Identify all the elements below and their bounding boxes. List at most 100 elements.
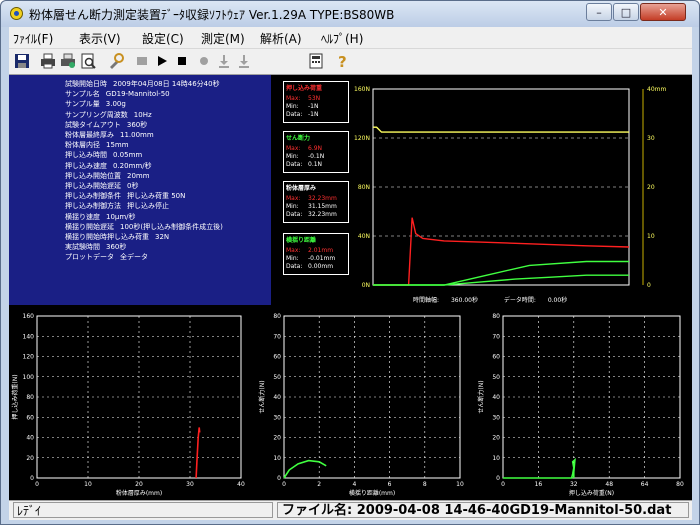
minimize-button[interactable]: –	[586, 3, 612, 21]
play-icon[interactable]	[153, 52, 171, 70]
info-row: 粉体層最終厚み 11.00mm	[65, 130, 154, 140]
series-line-0	[503, 457, 576, 479]
y-tick-label: 10	[273, 455, 281, 462]
client-area: ﾌｧｲﾙ(F) 表示(V) 設定(C) 測定(M) 解析(A) ﾍﾙﾌﾟ(H) …	[9, 27, 692, 520]
record-icon[interactable]	[195, 52, 213, 70]
y-tick-label: 60	[492, 354, 500, 361]
info-label: 横揺り開始時押し込み荷重	[65, 233, 149, 241]
shear-distance-chart: 0 2 4 6 8 10 0 10 20 30 40 50 60 70 80 横揺り距離(mm) せん断力(N)	[256, 308, 472, 500]
y-tick-label: 0	[30, 475, 34, 482]
y-axis-label: せん断力(N)	[258, 380, 266, 413]
y-right-tick-label: 0	[647, 282, 651, 289]
download-alt-icon[interactable]	[235, 52, 253, 70]
y-tick-label: 50	[492, 374, 500, 381]
info-value: 押し込み停止	[127, 202, 169, 211]
series-line-0	[283, 459, 327, 479]
y-right-tick-label: 40mm	[647, 86, 666, 93]
info-label: プロットデータ	[65, 253, 114, 262]
x-tick-label: 64	[641, 481, 649, 488]
readout-min-label: Min:	[286, 153, 299, 160]
series-line-3	[373, 260, 629, 286]
y-axis-label: せん断力(N)	[477, 380, 485, 413]
y-left-tick-label: 40N	[358, 233, 370, 240]
maximize-button[interactable]: □	[613, 3, 639, 21]
info-row: 押し込み開始遅延 0秒	[65, 181, 138, 191]
window-title: 粉体層せん断力測定装置ﾃﾞｰﾀ収録ｿﾌﾄｳｪｱ Ver.1.29A TYPE:B…	[29, 8, 395, 22]
calculator-icon[interactable]	[307, 52, 325, 70]
x-axis-label: 押し込み荷重(N)	[569, 489, 614, 497]
shear-distance-plot: 0 2 4 6 8 10 0 10 20 30 40 50 60 70 80 横揺り距離(mm) せん断力(N)	[258, 313, 464, 497]
x-tick-label: 0	[282, 481, 286, 488]
info-label: サンプル量	[65, 100, 100, 109]
info-label: 試験開始日時	[65, 80, 107, 88]
menu-settings[interactable]: 設定(C)	[142, 30, 184, 47]
close-button[interactable]: ✕	[640, 3, 686, 21]
x-tick-label: 48	[605, 481, 613, 488]
menu-view[interactable]: 表示(V)	[79, 30, 121, 47]
y-tick-label: 160	[23, 313, 35, 320]
x-tick-label: 80	[676, 481, 684, 488]
readout-title: 粉体層厚み	[286, 185, 317, 192]
settings-icon[interactable]	[107, 52, 125, 70]
x-tick-label: 8	[423, 481, 427, 488]
y-right-tick-label: 10	[647, 233, 655, 240]
readout-max-value: 6.9N	[308, 145, 323, 152]
app-window: 粉体層せん断力測定装置ﾃﾞｰﾀ収録ｿﾌﾄｳｪｱ Ver.1.29A TYPE:B…	[0, 0, 700, 525]
save-icon[interactable]	[13, 52, 31, 70]
data-time-label: データ時間:	[503, 297, 536, 304]
stop-gray-icon[interactable]	[133, 52, 151, 70]
readout-title: 押し込み荷重	[286, 85, 323, 92]
info-value: 360秒	[126, 120, 148, 129]
readout-data-label: Data:	[286, 111, 303, 118]
menu-help[interactable]: ﾍﾙﾌﾟ(H)	[321, 30, 363, 47]
y-right-tick-label: 20	[647, 184, 655, 191]
x-tick-label: 2	[317, 481, 321, 488]
y-tick-label: 40	[273, 394, 281, 401]
info-label: 粉体層最終厚み	[65, 131, 114, 139]
x-tick-label: 0	[501, 481, 505, 488]
readout-min-value: 31.15mm	[308, 203, 337, 210]
readout-max-value: 53N	[308, 95, 321, 102]
y-tick-label: 60	[26, 414, 34, 421]
y-tick-label: 30	[492, 414, 500, 421]
info-value: 11.00mm	[120, 131, 154, 139]
app-icon	[10, 7, 23, 20]
time-axis-label: 時間軸幅:	[413, 297, 440, 304]
menu-file[interactable]: ﾌｧｲﾙ(F)	[13, 30, 53, 47]
readout-data-label: Data:	[286, 161, 303, 168]
time-axis-readout: 時間軸幅: 360.00秒 データ時間: 0.00秒	[413, 295, 567, 304]
status-filename: ファイル名: 2009-04-08 14-46-40GD19-Mannitol-…	[277, 502, 689, 518]
print-icon[interactable]	[39, 52, 57, 70]
info-label: サンプリング周波数	[65, 110, 128, 119]
y-tick-label: 20	[492, 435, 500, 442]
x-tick-label: 40	[237, 481, 245, 488]
info-label: 押し込み制御方法	[65, 202, 121, 211]
info-value: 10μm/秒	[106, 212, 136, 221]
status-message: ﾚﾃﾞｲ	[13, 502, 273, 518]
status-bar: ﾚﾃﾞｲ ファイル名: 2009-04-08 14-46-40GD19-Mann…	[9, 500, 692, 520]
x-tick-label: 10	[456, 481, 464, 488]
x-tick-label: 6	[388, 481, 392, 488]
stop-icon[interactable]	[173, 52, 191, 70]
info-row: 押し込み制御方法 押し込み停止	[65, 201, 169, 211]
readout-data-value: 0.00mm	[308, 263, 334, 270]
info-value: 押し込み荷重 50N	[127, 192, 186, 201]
y-left-tick-label: 0N	[362, 282, 370, 289]
info-row: サンプル量 3.00g	[65, 99, 126, 109]
readout-thickness: 粉体層厚み Max: 32.23mm Min: 31.15mm Data: 32.23…	[283, 181, 349, 223]
y-tick-label: 0	[277, 475, 281, 482]
y-tick-label: 10	[492, 455, 500, 462]
x-tick-label: 4	[352, 481, 356, 488]
help-icon[interactable]: ?	[333, 52, 351, 70]
menu-measure[interactable]: 測定(M)	[201, 30, 245, 47]
y-left-tick-label: 120N	[354, 135, 370, 142]
readout-max-label: Max:	[286, 195, 301, 202]
readout-max-value: 2.01mm	[308, 247, 334, 254]
readout-data-value: -1N	[308, 111, 319, 118]
info-label: 押し込み開始位置	[65, 171, 121, 180]
download-icon[interactable]	[215, 52, 233, 70]
print-setup-icon[interactable]	[59, 52, 77, 70]
title-bar[interactable]: 粉体層せん断力測定装置ﾃﾞｰﾀ収録ｿﾌﾄｳｪｱ Ver.1.29A TYPE:B…	[1, 1, 699, 27]
menu-analyze[interactable]: 解析(A)	[260, 30, 302, 47]
print-preview-icon[interactable]	[79, 52, 97, 70]
